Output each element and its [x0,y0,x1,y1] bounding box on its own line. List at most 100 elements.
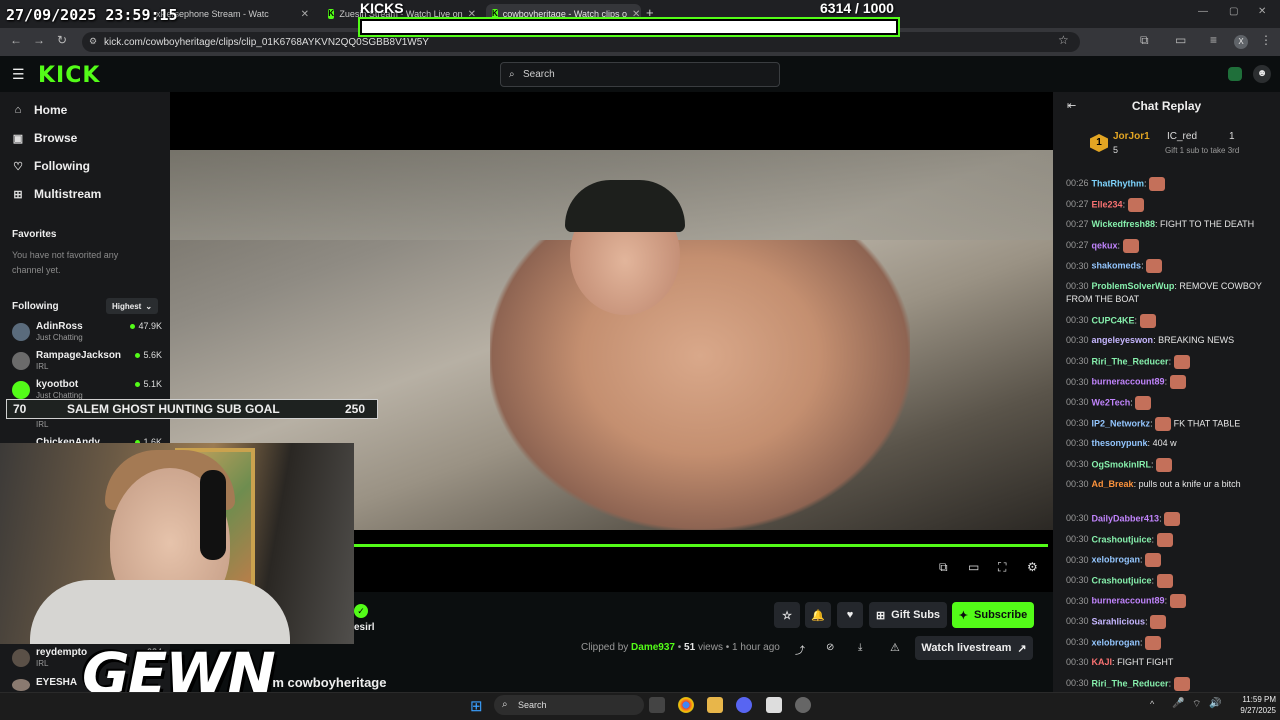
emote-icon [1145,635,1162,650]
chat-username[interactable]: Riri_The_Reducer [1092,356,1169,366]
chat-username[interactable]: xelobrogan [1092,637,1141,647]
taskbar-search[interactable]: ⌕ Search [494,695,644,715]
chat-message: 00:30 Ad_Break: pulls out a knife ur a bi… [1066,479,1241,490]
profile-avatar[interactable]: X [1234,35,1248,49]
chat-separator: : [1151,575,1157,586]
chat-username[interactable]: ProblemSolverWup [1092,281,1175,291]
kick-logo[interactable]: KICK [38,63,100,88]
follow-button[interactable]: ♥ [837,602,863,628]
rewards-icon[interactable] [1228,67,1242,81]
reading-list-icon[interactable]: ≡ [1210,33,1217,47]
chat-username[interactable]: We2Tech [1092,397,1131,407]
sidebar-item-multistream[interactable]: ⊞ Multistream [12,187,101,201]
chat-username[interactable]: IP2_Networkz [1092,418,1151,428]
sidebar-item-home[interactable]: ⌂ Home [12,103,68,117]
watch-livestream-button[interactable]: Watch livestream ↗ [915,636,1033,660]
microphone-icon[interactable]: 🎤 [1172,698,1184,709]
report-icon[interactable]: ⚠ [890,641,900,654]
user-avatar[interactable]: ☻ [1253,65,1271,83]
settings-icon[interactable]: ⚙ [1027,560,1038,574]
chat-username[interactable]: Riri_The_Reducer [1092,678,1169,688]
chat-username[interactable]: angeleyeswon [1092,335,1154,345]
webcam-hoodie [30,580,290,644]
chrome-icon[interactable] [678,697,694,713]
external-link-icon: ↗ [1017,642,1027,655]
chat-username[interactable]: ThatRhythm [1092,178,1145,188]
chat-username[interactable]: CUPC4KE [1092,315,1135,325]
overlay-kicks-label: KICKS [360,0,404,16]
chat-username[interactable]: Elle234 [1092,199,1123,209]
minimize-icon[interactable]: — [1198,6,1208,17]
chat-message: 00:30 IP2_Networkz: FK THAT TABLE [1066,416,1262,431]
download-icon[interactable]: ⤓ [858,642,862,653]
chat-username[interactable]: KAJI [1092,657,1113,667]
file-explorer-icon[interactable] [707,697,723,713]
chat-message: 00:27 Elle234: [1066,197,1262,212]
following-title: Following [12,301,59,312]
search-icon: ⌕ [509,69,515,80]
chat-username[interactable]: burneraccount89 [1092,596,1165,606]
notepad-icon[interactable] [766,697,782,713]
discord-icon[interactable] [736,697,752,713]
theater-mode-icon[interactable]: ▭ [968,560,979,574]
clip-info: Clipped by Dame937 • 51 views • 1 hour a… [581,642,780,653]
chat-username[interactable]: shakomeds [1092,261,1142,271]
tray-chevron-icon[interactable]: ^ [1150,699,1154,709]
task-view-icon[interactable] [649,697,665,713]
menu-hamburger-icon[interactable]: ☰ [12,66,25,83]
video-progress-bar[interactable] [354,544,1048,547]
chevron-down-icon: ⌄ [145,301,153,311]
chat-username[interactable]: xelobrogan [1092,555,1141,565]
favorite-button[interactable]: ☆ [774,602,800,628]
network-icon[interactable]: ⌔ [1192,698,1201,711]
fullscreen-icon[interactable]: ⛶ [998,560,1006,575]
chat-separator: : [1151,533,1157,544]
windows-start-icon[interactable]: ⊞ [470,697,483,715]
sidebar-item-following[interactable]: ♡ Following [12,159,90,173]
channel-item[interactable]: RampageJackson IRL 5.6K [12,350,162,376]
chat-message: 00:30 ProblemSolverWup: REMOVE COWBOY FRO… [1066,281,1262,304]
chat-username[interactable]: Wickedfresh88 [1092,219,1155,229]
chat-username[interactable]: Ad_Break [1092,479,1134,489]
chat-separator: : [1134,314,1140,325]
split-view-icon[interactable]: ▭ [1175,33,1186,47]
volume-icon[interactable]: 🔊 [1209,698,1221,709]
chat-username[interactable]: Crashoutjuice [1092,575,1152,585]
back-icon[interactable]: ← [10,33,22,47]
chat-username[interactable]: DailyDabber413 [1092,513,1160,523]
forward-icon[interactable]: → [33,33,45,47]
chat-username[interactable]: burneraccount89 [1092,377,1165,387]
extensions-icon[interactable]: ⧉ [1140,33,1149,48]
sidebar-item-browse[interactable]: ▣ Browse [12,131,78,145]
avatar [12,323,30,341]
gift-subs-button[interactable]: ⊞ Gift Subs [869,602,947,628]
browser-menu-icon[interactable]: ⋮ [1260,33,1272,47]
maximize-icon[interactable]: ▢ [1229,6,1238,17]
app-icon[interactable] [795,697,811,713]
chat-username[interactable]: OgSmokinIRL [1092,459,1152,469]
clipper-link[interactable]: Dame937 [631,642,675,653]
channel-name[interactable]: esirl [354,622,375,633]
reload-icon[interactable]: ↻ [57,33,67,47]
close-window-icon[interactable]: ✕ [1258,6,1266,17]
subscribe-button[interactable]: ✦ Subscribe [952,602,1034,628]
taskbar-clock[interactable]: 11:59 PM 9/27/2025 [1222,694,1276,716]
sparkle-icon: ✦ [958,609,969,622]
share-icon[interactable]: ⤴ [795,642,805,657]
site-info-icon[interactable]: ⚙ [89,36,97,47]
channel-item[interactable]: AdinRoss Just Chatting 47.9K [12,321,162,347]
chat-username[interactable]: Sarahlicious [1092,616,1146,626]
pip-icon[interactable]: ⧉ [939,560,948,575]
webcam-headset [200,470,226,560]
notifications-button[interactable]: 🔔 [805,602,831,628]
chat-username[interactable]: qekux [1092,240,1118,250]
close-icon[interactable]: ✕ [301,9,309,20]
sort-dropdown[interactable]: Highest ⌄ [106,298,158,314]
hide-icon[interactable]: ⊘ [826,642,834,653]
search-input[interactable]: ⌕ Search [500,62,780,87]
nav-label: Multistream [34,187,102,201]
chat-message: 00:30 xelobrogan: [1066,553,1262,568]
bookmark-star-icon[interactable]: ☆ [1058,33,1069,47]
chat-username[interactable]: thesonypunk [1092,438,1148,448]
chat-username[interactable]: Crashoutjuice [1092,534,1152,544]
